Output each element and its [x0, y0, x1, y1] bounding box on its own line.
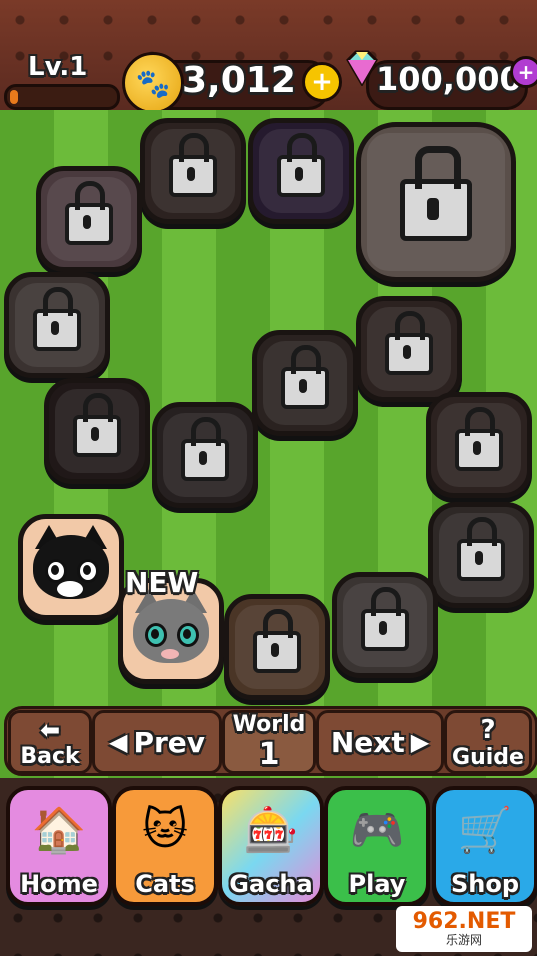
watermark-main: 962.NET [412, 909, 516, 934]
shop-label: Shop [450, 870, 520, 898]
prev-label: Prev [133, 725, 206, 759]
lock-icon [385, 310, 433, 375]
next-label: Next [330, 725, 405, 759]
cat-eye [45, 559, 67, 583]
shopping-cart-icon: 🛒 [457, 805, 513, 856]
cat-muzzle [57, 581, 83, 597]
add-coins-button[interactable]: + [302, 62, 342, 102]
prev-world-button[interactable]: ◀ Prev [92, 710, 222, 774]
lock-icon [457, 516, 505, 581]
shop-button[interactable]: 🛒 Shop [432, 786, 537, 906]
next-world-button[interactable]: Next ▶ [316, 710, 444, 774]
lock-icon [33, 286, 81, 351]
locked-cat-slot[interactable] [140, 118, 246, 224]
cat-eye [77, 559, 99, 583]
cats-button[interactable]: 🐱 Cats [112, 786, 218, 906]
paw-coin-icon: 🐾 [122, 52, 184, 114]
gacha-label: Gacha [229, 870, 313, 898]
cat-eye [145, 623, 167, 647]
play-label: Play [348, 870, 406, 898]
lock-icon [181, 416, 229, 481]
guide-label: Guide [452, 744, 524, 770]
tuxedo-cat-slot[interactable] [18, 514, 124, 620]
level-label: Lv.1 [28, 52, 88, 82]
lock-icon [65, 180, 113, 245]
prev-arrow-icon: ◀ [108, 728, 128, 756]
locked-cat-slot-large[interactable] [356, 122, 516, 282]
cats-label: Cats [135, 870, 195, 898]
lock-icon [169, 132, 217, 197]
add-gems-button[interactable]: + [510, 56, 537, 88]
back-arrow-icon: ⬅ [39, 715, 61, 744]
lock-icon [400, 145, 472, 241]
home-label: Home [20, 870, 98, 898]
question-icon: ? [480, 714, 496, 745]
locked-cat-slot[interactable] [224, 594, 330, 700]
house-icon: 🏠 [31, 805, 87, 856]
site-watermark: 962.NET 乐游网 [396, 906, 532, 952]
locked-cat-slot[interactable] [252, 330, 358, 436]
locked-cat-slot[interactable] [44, 378, 150, 484]
play-button[interactable]: 🎮 Play [324, 786, 430, 906]
lock-icon [455, 406, 503, 471]
xp-progress-bar [4, 84, 120, 110]
locked-cat-slot[interactable] [426, 392, 532, 498]
locked-cat-slot[interactable] [356, 296, 462, 402]
cat-nose [161, 649, 179, 659]
lock-icon [281, 344, 329, 409]
watermark-sub: 乐游网 [445, 933, 482, 947]
coin-value: 3,012 [182, 60, 296, 101]
gacha-button[interactable]: 🎰 Gacha [218, 786, 324, 906]
lock-icon [277, 132, 325, 197]
world-label: World [232, 712, 306, 737]
cat-eye [177, 623, 199, 647]
new-badge: NEW [125, 566, 199, 599]
gamepad-icon: 🎮 [349, 805, 405, 856]
lock-icon [73, 392, 121, 457]
locked-cat-slot[interactable] [248, 118, 354, 224]
lock-icon [253, 608, 301, 673]
xp-progress-fill [10, 90, 18, 104]
back-label: Back [20, 743, 80, 769]
locked-cat-slot[interactable] [36, 166, 142, 272]
locked-cat-slot[interactable] [332, 572, 438, 678]
locked-cat-slot[interactable] [4, 272, 110, 378]
locked-cat-slot[interactable] [152, 402, 258, 508]
back-button[interactable]: ⬅ Back [8, 710, 92, 774]
guide-button[interactable]: ? Guide [444, 710, 532, 774]
gem-value: 100,000 [376, 60, 522, 98]
home-button[interactable]: 🏠 Home [6, 786, 112, 906]
world-indicator: World 1 [222, 710, 316, 774]
locked-cat-slot[interactable] [428, 502, 534, 608]
gem-icon [346, 50, 378, 86]
lock-icon [361, 586, 409, 651]
world-number: 1 [258, 737, 280, 772]
gacha-machine-icon: 🎰 [243, 805, 299, 856]
next-arrow-icon: ▶ [410, 728, 430, 756]
cat-face-icon: 🐱 [142, 804, 188, 855]
